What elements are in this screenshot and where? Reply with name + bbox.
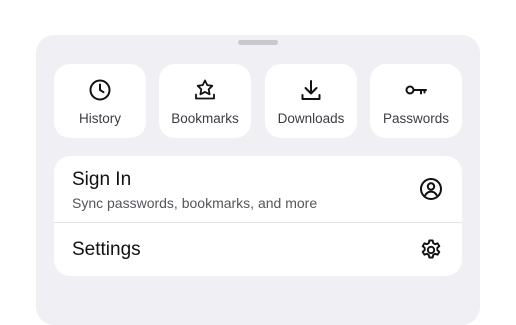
star-tray-icon — [193, 78, 217, 102]
menu-sheet: History Bookmarks Downloads Passwords Si… — [36, 35, 480, 325]
bookmarks-label: Bookmarks — [171, 111, 239, 126]
key-icon — [404, 78, 428, 102]
downloads-button[interactable]: Downloads — [265, 64, 357, 138]
passwords-button[interactable]: Passwords — [370, 64, 462, 138]
history-label: History — [78, 111, 121, 126]
bookmarks-button[interactable]: Bookmarks — [159, 64, 251, 138]
sign-in-row[interactable]: Sign In Sync passwords, bookmarks, and m… — [54, 156, 462, 222]
download-icon — [299, 78, 323, 102]
account-settings-card: Sign In Sync passwords, bookmarks, and m… — [54, 156, 462, 276]
downloads-label: Downloads — [277, 111, 345, 126]
clock-icon — [88, 78, 112, 102]
gear-icon — [419, 238, 443, 262]
settings-row[interactable]: Settings — [54, 223, 462, 276]
drag-handle[interactable] — [238, 40, 278, 45]
passwords-label: Passwords — [382, 111, 450, 126]
settings-title: Settings — [72, 239, 141, 260]
account-icon — [419, 177, 443, 201]
history-button[interactable]: History — [54, 64, 146, 138]
sign-in-title: Sign In — [72, 169, 132, 190]
sign-in-subtitle: Sync passwords, bookmarks, and more — [72, 195, 318, 211]
